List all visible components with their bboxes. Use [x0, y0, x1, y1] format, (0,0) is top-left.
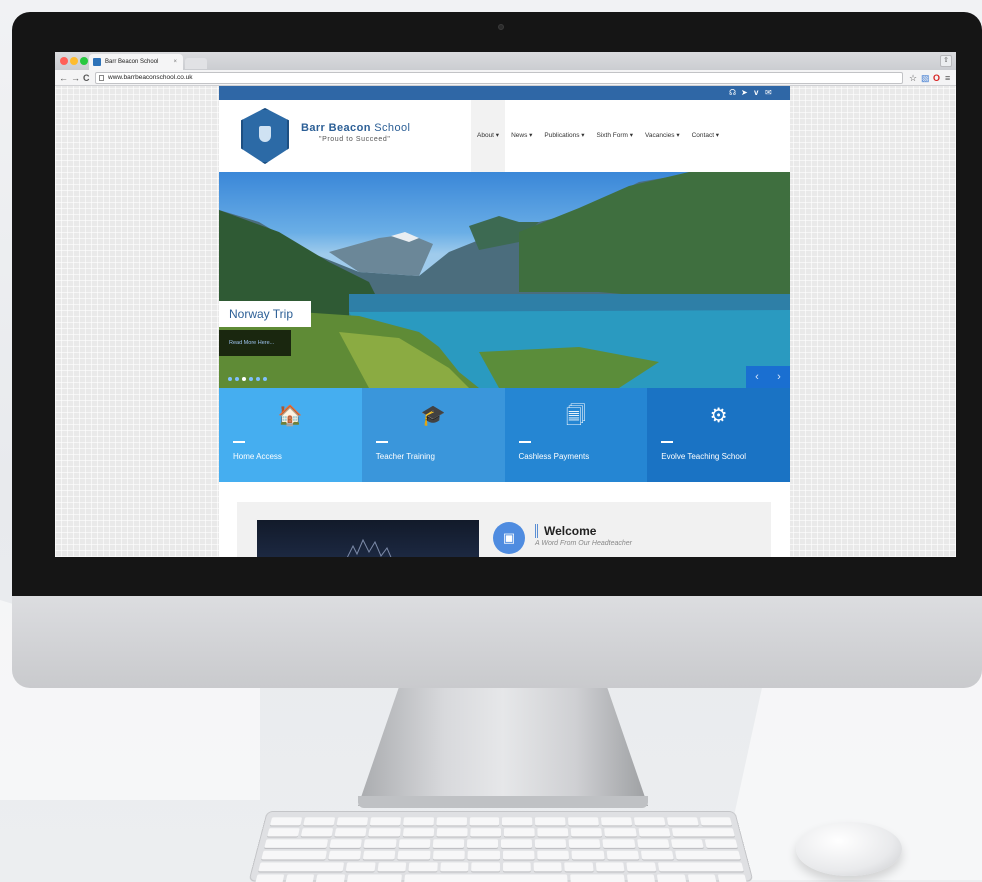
twitter-icon[interactable]: ➤: [741, 87, 748, 99]
menu-icon[interactable]: ≡: [945, 72, 950, 84]
film-icon: ▣: [493, 522, 525, 554]
documents-icon: 🗐: [565, 405, 586, 427]
minimize-window-button[interactable]: [70, 57, 78, 65]
slider-dot-active[interactable]: [242, 377, 246, 381]
tile-divider: [233, 441, 245, 443]
school-name[interactable]: Barr Beacon School: [301, 122, 410, 134]
tile-home-access[interactable]: 🏠 Home Access: [219, 388, 362, 482]
tile-label: Evolve Teaching School: [661, 452, 747, 461]
torch-icon: [259, 126, 271, 142]
welcome-title: Welcome: [535, 524, 596, 538]
tile-evolve-teaching-school[interactable]: ⚙ Evolve Teaching School: [647, 388, 790, 482]
tile-label: Teacher Training: [375, 452, 435, 461]
screen: Barr Beacon School × ⇧ ← → C www.barrbea…: [55, 52, 956, 557]
site-header: Barr Beacon School "Proud to Succeed" Ab…: [219, 100, 790, 172]
imac-chin: [12, 596, 982, 688]
star-icon[interactable]: ☆: [909, 72, 917, 84]
slider-dot[interactable]: [256, 377, 260, 381]
slider-dot[interactable]: [249, 377, 253, 381]
mail-icon[interactable]: ✉: [765, 87, 772, 99]
page-viewport: ☊ ➤ v ✉ Barr Beacon School "Proud to Suc…: [55, 86, 956, 557]
profile-icon[interactable]: ⇧: [940, 55, 952, 67]
browser-tab[interactable]: Barr Beacon School ×: [89, 54, 183, 70]
school-website: ☊ ➤ v ✉ Barr Beacon School "Proud to Suc…: [219, 86, 790, 557]
extension-icon[interactable]: ▧: [921, 72, 930, 84]
camera-icon: [498, 24, 504, 30]
main-navigation: About ▾ News ▾ Publications ▾ Sixth Form…: [471, 100, 725, 172]
mouse: [796, 822, 902, 876]
nav-item-contact[interactable]: Contact ▾: [686, 100, 725, 172]
gear-icon: ⚙: [709, 405, 728, 427]
page-icon: [99, 75, 104, 81]
nav-item-about[interactable]: About ▾: [471, 100, 506, 172]
home-icon: 🏠: [277, 405, 303, 427]
tab-title: Barr Beacon School: [105, 59, 159, 65]
read-more-button[interactable]: Read More Here...: [219, 330, 291, 356]
vimeo-icon[interactable]: v: [754, 87, 758, 99]
fjord-landscape: [219, 172, 790, 388]
school-tagline: "Proud to Succeed": [319, 136, 391, 143]
tile-teacher-training[interactable]: 🎓 Teacher Training: [361, 388, 505, 482]
welcome-panel: ▣ Welcome A Word From Our Headteacher: [237, 502, 771, 557]
school-name-light: School: [374, 122, 411, 134]
tab-close-icon[interactable]: ×: [173, 54, 177, 70]
slider-next-button[interactable]: ›: [768, 366, 790, 388]
back-button[interactable]: ←: [59, 71, 68, 85]
slider-arrows: ‹ ›: [746, 366, 790, 388]
rss-icon[interactable]: ☊: [729, 87, 736, 99]
nav-item-publications[interactable]: Publications ▾: [538, 100, 590, 172]
school-name-bold: Barr Beacon: [301, 122, 371, 134]
maximize-window-button[interactable]: [80, 57, 88, 65]
welcome-subtitle: A Word From Our Headteacher: [535, 540, 632, 547]
nav-item-vacancies[interactable]: Vacancies ▾: [639, 100, 686, 172]
url-text: www.barrbeaconschool.co.uk: [108, 74, 193, 81]
new-tab-button[interactable]: [185, 58, 207, 69]
nav-item-news[interactable]: News ▾: [505, 100, 538, 172]
forward-button[interactable]: →: [71, 71, 80, 85]
tile-cashless-payments[interactable]: 🗐 Cashless Payments: [504, 388, 648, 482]
tile-divider: [661, 441, 674, 443]
nav-item-sixth-form[interactable]: Sixth Form ▾: [591, 100, 640, 172]
close-window-button[interactable]: [60, 57, 68, 65]
slider-dots: [228, 377, 267, 381]
quick-links: 🏠 Home Access 🎓 Teacher Training 🗐 Cashl…: [219, 388, 790, 482]
tab-bar: Barr Beacon School × ⇧: [55, 52, 956, 70]
slider-prev-button[interactable]: ‹: [746, 366, 768, 388]
slider-dot[interactable]: [235, 377, 239, 381]
imac-stand-base: [358, 796, 648, 808]
graduation-cap-icon: 🎓: [420, 405, 446, 427]
imac-stand: [358, 688, 648, 806]
slider-dot[interactable]: [228, 377, 232, 381]
tile-divider: [375, 441, 388, 443]
reload-button[interactable]: C: [83, 71, 90, 85]
address-bar[interactable]: www.barrbeaconschool.co.uk: [95, 72, 903, 84]
browser-toolbar: ← → C www.barrbeaconschool.co.uk ☆ ▧ O ≡: [55, 70, 956, 86]
tile-label: Cashless Payments: [518, 452, 590, 461]
social-bar: ☊ ➤ v ✉: [219, 86, 790, 100]
crest-outline: [346, 538, 392, 557]
headteacher-video[interactable]: [257, 520, 479, 557]
tile-divider: [518, 441, 531, 443]
slide-caption: Norway Trip: [219, 301, 311, 327]
slider-dot[interactable]: [263, 377, 267, 381]
favicon-icon: [93, 58, 101, 66]
opera-icon[interactable]: O: [933, 72, 940, 84]
hero-slider[interactable]: Norway Trip Read More Here... ‹ ›: [219, 172, 790, 388]
tile-label: Home Access: [233, 452, 282, 461]
keyboard: [248, 811, 754, 882]
